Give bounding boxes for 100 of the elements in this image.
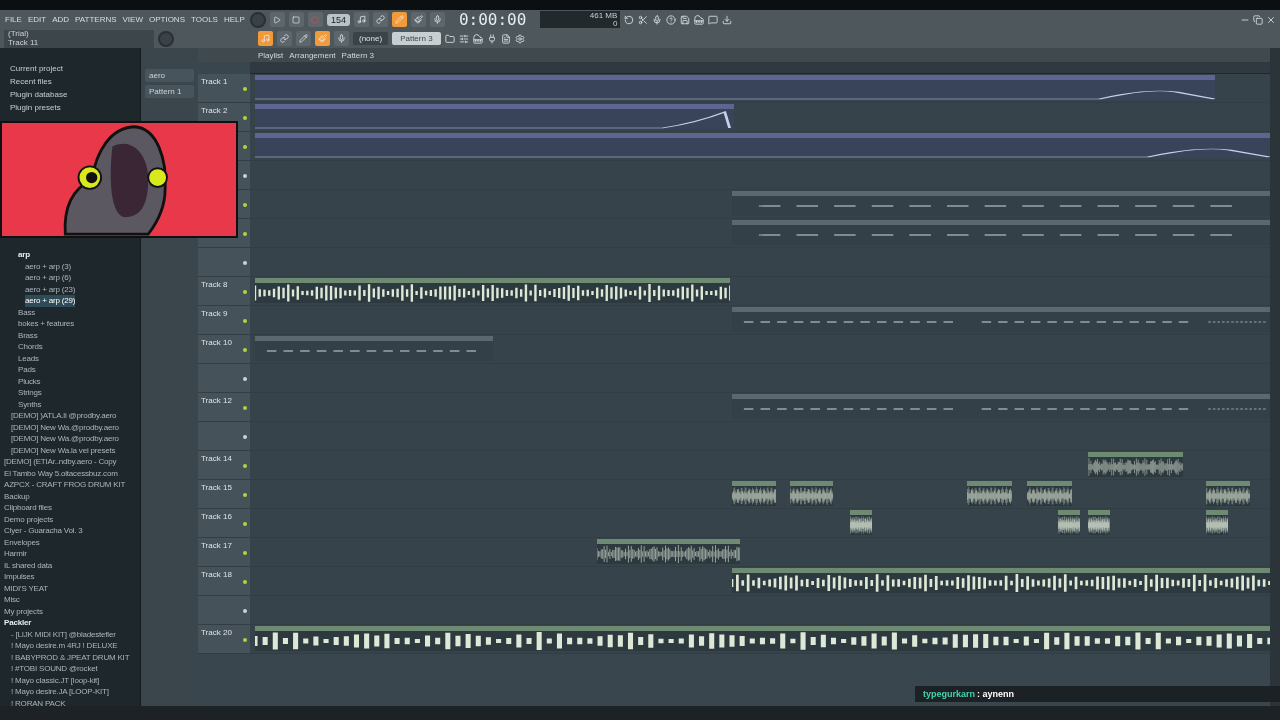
- toolbar-toggle[interactable]: [429, 12, 445, 27]
- browser-folder[interactable]: Clipboard files: [4, 502, 52, 514]
- track-header[interactable]: [198, 364, 250, 392]
- menu-item[interactable]: FILE: [4, 15, 23, 24]
- volume-knob[interactable]: [249, 11, 266, 28]
- browser-folder[interactable]: Envelopes: [4, 536, 40, 548]
- close-icon[interactable]: [1266, 14, 1276, 25]
- browser-file[interactable]: aero + arp (6): [25, 272, 71, 284]
- chat-icon[interactable]: [708, 14, 719, 25]
- browser-file[interactable]: aero + arp (23): [25, 283, 76, 295]
- track-led-icon[interactable]: [243, 464, 247, 468]
- scrollbar[interactable]: [1270, 48, 1280, 706]
- microphone-icon[interactable]: [652, 14, 663, 25]
- browser-folder[interactable]: Strings: [18, 387, 42, 399]
- track-header[interactable]: Track 18: [198, 567, 250, 595]
- pattern-selector[interactable]: Pattern 3: [392, 32, 441, 45]
- browser-folder[interactable]: [DEMO] New Wa.@prodby.aero: [11, 421, 119, 433]
- save-icon[interactable]: [680, 14, 691, 25]
- clip[interactable]: [1088, 510, 1110, 535]
- browser-folder[interactable]: Pads: [18, 364, 36, 376]
- track-header[interactable]: [198, 422, 250, 450]
- breadcrumb[interactable]: Arrangement: [289, 50, 336, 60]
- piano-icon[interactable]: [694, 14, 705, 25]
- track-led-icon[interactable]: [243, 174, 247, 178]
- browser-folder[interactable]: ! BABYPROD & JPEAT DRUM KIT: [11, 651, 130, 663]
- toolbar-toggle[interactable]: [277, 31, 292, 46]
- document-icon[interactable]: [500, 33, 511, 44]
- download-icon[interactable]: [722, 14, 733, 25]
- browser-item[interactable]: Plugin database: [0, 88, 140, 101]
- toolbar-toggle[interactable]: [353, 12, 369, 27]
- browser-folder[interactable]: Synths: [18, 398, 42, 410]
- clip[interactable]: [1088, 452, 1184, 477]
- clip[interactable]: [255, 133, 1270, 158]
- track-led-icon[interactable]: [243, 145, 247, 149]
- browser-folder[interactable]: AZPCX - CRAFT FROG DRUM KIT: [4, 479, 126, 491]
- track-led-icon[interactable]: [243, 377, 247, 381]
- restore-icon[interactable]: [1253, 14, 1263, 25]
- toolbar-toggle[interactable]: [258, 31, 273, 46]
- browser-folder[interactable]: Brass: [18, 329, 38, 341]
- track-header[interactable]: Track 17: [198, 538, 250, 566]
- help-icon[interactable]: [666, 14, 677, 25]
- browser-folder[interactable]: Packler: [4, 617, 32, 629]
- browser-folder[interactable]: MIDI'S YEAT: [4, 582, 48, 594]
- track-header[interactable]: [198, 596, 250, 624]
- breadcrumb[interactable]: Pattern 3: [341, 50, 375, 60]
- browser-folder[interactable]: Leads: [18, 352, 39, 364]
- mixer-icon[interactable]: [458, 33, 469, 44]
- undo-icon[interactable]: [624, 14, 635, 25]
- clip[interactable]: [255, 626, 1270, 651]
- toolbar-toggle[interactable]: [410, 12, 426, 27]
- track-led-icon[interactable]: [243, 116, 247, 120]
- track-led-icon[interactable]: [243, 261, 247, 265]
- track-header[interactable]: Track 9: [198, 306, 250, 334]
- clip[interactable]: [255, 278, 731, 303]
- track-led-icon[interactable]: [243, 290, 247, 294]
- track-header[interactable]: Track 12: [198, 393, 250, 421]
- track-led-icon[interactable]: [243, 493, 247, 497]
- track-led-icon[interactable]: [243, 232, 247, 236]
- browser-folder[interactable]: Impulses: [4, 571, 35, 583]
- clip[interactable]: [255, 104, 735, 129]
- clip[interactable]: [789, 481, 834, 506]
- browser-folder[interactable]: My projects: [4, 605, 43, 617]
- folder-icon[interactable]: [444, 33, 455, 44]
- browser-folder[interactable]: ! Mayo classic.JT [loop-kit]: [11, 674, 100, 686]
- track-led-icon[interactable]: [243, 435, 247, 439]
- browser-folder[interactable]: Misc: [4, 594, 20, 606]
- menu-item[interactable]: PATTERNS: [74, 15, 118, 24]
- track-led-icon[interactable]: [243, 319, 247, 323]
- browser-folder[interactable]: El Tambo Way 5.oitacessbuz.com: [4, 467, 118, 479]
- pattern-item[interactable]: aero: [145, 69, 194, 82]
- track-led-icon[interactable]: [243, 638, 247, 642]
- menu-item[interactable]: VIEW: [121, 15, 144, 24]
- browser-folder[interactable]: [DEMO] )ATLA.li @prodby.aero: [11, 410, 117, 422]
- snap-dropdown[interactable]: (none): [353, 32, 389, 45]
- browser-folder[interactable]: Backup: [4, 490, 30, 502]
- track-header[interactable]: Track 10: [198, 335, 250, 363]
- menu-item[interactable]: TOOLS: [190, 15, 219, 24]
- settings-icon[interactable]: [514, 33, 525, 44]
- scissors-icon[interactable]: [638, 14, 649, 25]
- track-header[interactable]: Track 14: [198, 451, 250, 479]
- track-led-icon[interactable]: [243, 87, 247, 91]
- menu-item[interactable]: ADD: [51, 15, 71, 24]
- plugin-icon[interactable]: [486, 33, 497, 44]
- track-header[interactable]: Track 8: [198, 277, 250, 305]
- track-header[interactable]: Track 20: [198, 625, 250, 653]
- clip[interactable]: [1027, 481, 1073, 506]
- browser-file[interactable]: aero + arp (29): [25, 295, 76, 307]
- browser-folder[interactable]: IL shared data: [4, 559, 53, 571]
- toolbar-toggle[interactable]: [296, 31, 311, 46]
- browser-file[interactable]: aero + arp (3): [25, 260, 71, 272]
- pattern-item[interactable]: Pattern 1: [145, 85, 194, 98]
- browser-folder[interactable]: - [LIJK MIDI KIT] @bladestefler: [11, 628, 116, 640]
- browser-folder[interactable]: Chords: [18, 341, 43, 353]
- track-header[interactable]: Track 16: [198, 509, 250, 537]
- pitch-knob[interactable]: [158, 30, 174, 47]
- browser-folder[interactable]: [DEMO] (ETIAr..ndby.aero - Copy: [4, 456, 117, 468]
- track-led-icon[interactable]: [243, 522, 247, 526]
- clip[interactable]: [1205, 510, 1229, 535]
- track-header[interactable]: Track 1: [198, 74, 250, 102]
- browser-folder[interactable]: Harmir: [4, 548, 27, 560]
